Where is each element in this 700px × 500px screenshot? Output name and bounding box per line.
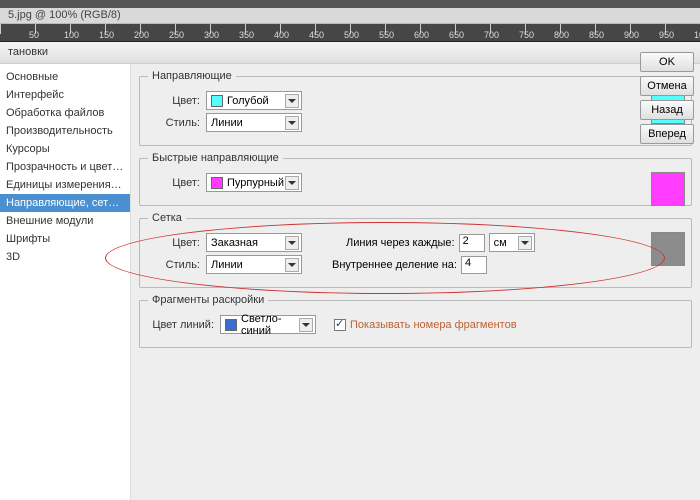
chevron-down-icon (285, 258, 299, 272)
dialog-title: тановки (0, 42, 700, 64)
sidebar-item[interactable]: Прозрачность и цветовой охват (0, 158, 130, 176)
button-column: OK Отмена Назад Вперед (636, 46, 698, 150)
document-title: 5.jpg @ 100% (RGB/8) (0, 8, 700, 24)
show-numbers-checkbox[interactable] (334, 319, 346, 331)
ok-button[interactable]: OK (640, 52, 694, 72)
sidebar-item[interactable]: Производительность (0, 122, 130, 140)
grid-color-combo[interactable]: Заказная (206, 233, 302, 252)
chevron-down-icon (285, 94, 299, 108)
color-swatch-mini (225, 319, 237, 331)
slices-linecolor-combo[interactable]: Светло-синий (220, 315, 316, 334)
sidebar-item[interactable]: Шрифты (0, 230, 130, 248)
cancel-button[interactable]: Отмена (640, 76, 694, 96)
sidebar-item[interactable]: Направляющие, сетка и фрагменты (0, 194, 130, 212)
slices-group: Фрагменты раскройки Цвет линий: Светло-с… (139, 294, 692, 348)
grid-group: Сетка Цвет: Заказная Линия через каждые:… (139, 212, 692, 288)
app-topbar (0, 0, 700, 8)
smart-color-label: Цвет: (148, 177, 200, 189)
grid-color-swatch[interactable] (651, 232, 685, 266)
grid-every-label: Линия через каждые: (346, 237, 455, 249)
forward-button[interactable]: Вперед (640, 124, 694, 144)
chevron-down-icon (285, 236, 299, 250)
combo-value: Линии (211, 259, 243, 271)
chevron-down-icon (518, 236, 532, 250)
grid-legend: Сетка (148, 212, 186, 224)
chevron-down-icon (299, 318, 313, 332)
combo-value: Заказная (211, 237, 258, 249)
guides-color-combo[interactable]: Голубой (206, 91, 302, 110)
settings-panel: Направляющие Цвет: Голубой Стиль: Линии (131, 64, 700, 500)
combo-value: Линии (211, 117, 243, 129)
preferences-dialog: тановки ОсновныеИнтерфейсОбработка файло… (0, 42, 700, 500)
combo-value: см (494, 237, 507, 249)
grid-every-input[interactable]: 2 (459, 234, 485, 252)
slices-legend: Фрагменты раскройки (148, 294, 268, 306)
category-sidebar: ОсновныеИнтерфейсОбработка файловПроизво… (0, 64, 131, 500)
sidebar-item[interactable]: Единицы измерения и линейки (0, 176, 130, 194)
chevron-down-icon (285, 116, 299, 130)
horizontal-ruler: 0501001502002503003504004505005506006507… (0, 24, 700, 42)
sidebar-item[interactable]: Основные (0, 68, 130, 86)
color-swatch-mini (211, 177, 223, 189)
combo-value: Голубой (227, 95, 269, 107)
smartguides-legend: Быстрые направляющие (148, 152, 283, 164)
guides-style-label: Стиль: (148, 117, 200, 129)
sidebar-item[interactable]: Внешние модули (0, 212, 130, 230)
smart-color-combo[interactable]: Пурпурный (206, 173, 302, 192)
chevron-down-icon (285, 176, 299, 190)
back-button[interactable]: Назад (640, 100, 694, 120)
grid-style-label: Стиль: (148, 259, 200, 271)
grid-color-label: Цвет: (148, 237, 200, 249)
guides-group: Направляющие Цвет: Голубой Стиль: Линии (139, 70, 692, 146)
grid-sub-input[interactable]: 4 (461, 256, 487, 274)
grid-unit-combo[interactable]: см (489, 233, 535, 252)
guides-style-combo[interactable]: Линии (206, 113, 302, 132)
sidebar-item[interactable]: 3D (0, 248, 130, 266)
grid-sub-label: Внутреннее деление на: (332, 259, 457, 271)
smart-color-swatch[interactable] (651, 172, 685, 206)
show-numbers-label: Показывать номера фрагментов (350, 319, 517, 331)
grid-style-combo[interactable]: Линии (206, 255, 302, 274)
smartguides-group: Быстрые направляющие Цвет: Пурпурный (139, 152, 692, 206)
sidebar-item[interactable]: Интерфейс (0, 86, 130, 104)
slices-linecolor-label: Цвет линий: (148, 319, 214, 331)
sidebar-item[interactable]: Обработка файлов (0, 104, 130, 122)
color-swatch-mini (211, 95, 223, 107)
sidebar-item[interactable]: Курсоры (0, 140, 130, 158)
guides-color-label: Цвет: (148, 95, 200, 107)
guides-legend: Направляющие (148, 70, 236, 82)
combo-value: Пурпурный (227, 177, 284, 189)
